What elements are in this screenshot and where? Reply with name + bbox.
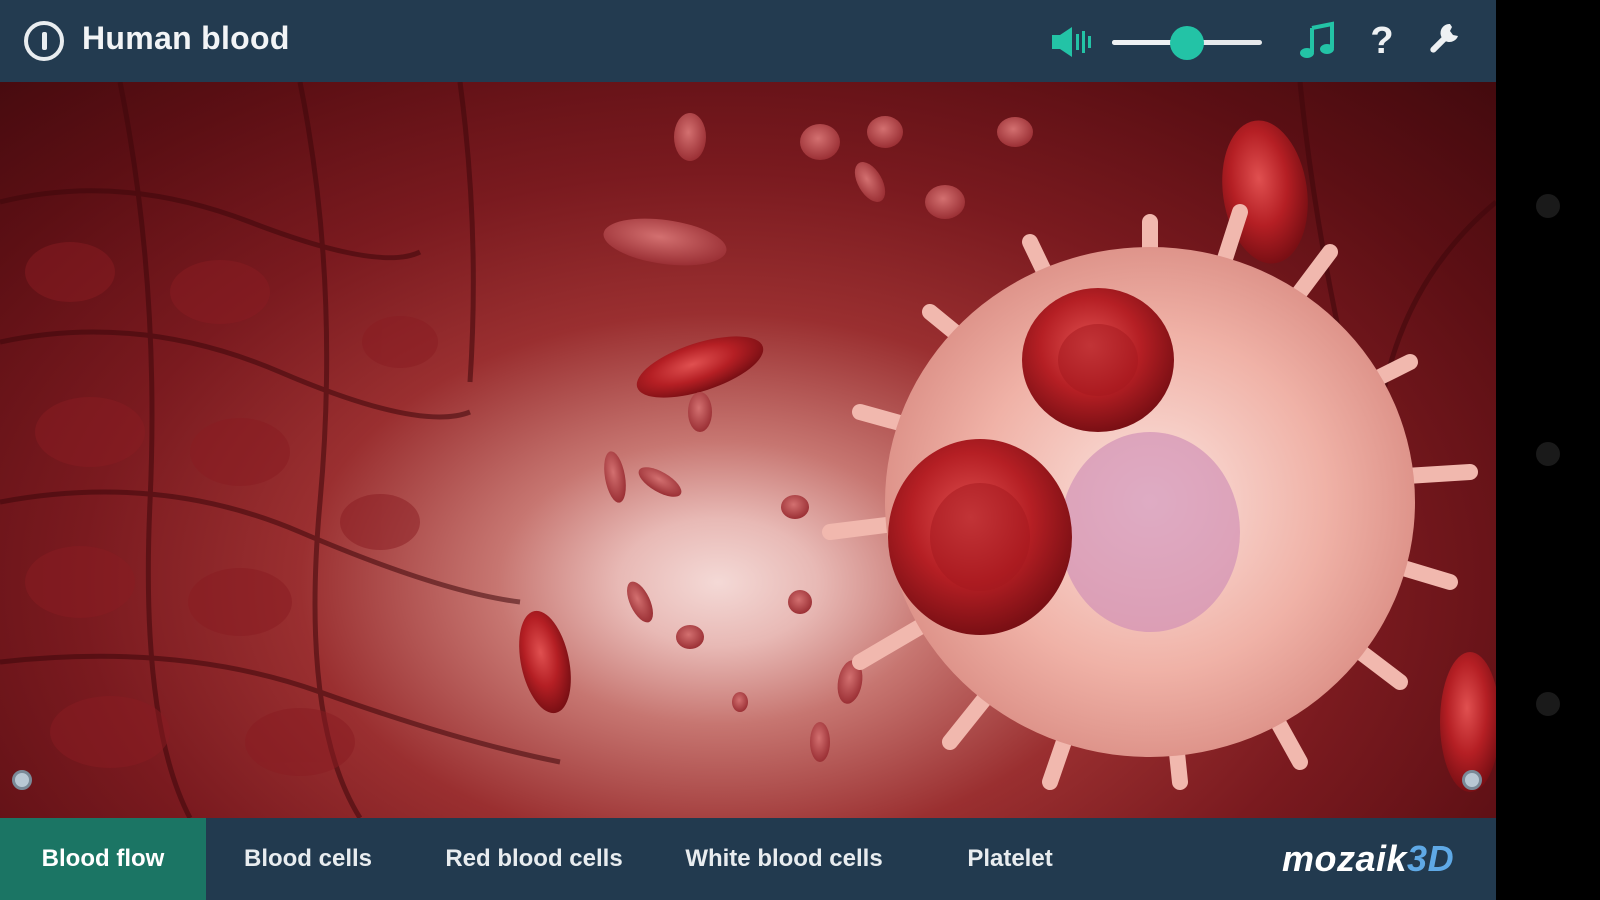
wrench-icon[interactable] [1424, 20, 1464, 62]
nav-recents-icon[interactable] [1536, 692, 1560, 716]
volume-slider-knob[interactable] [1170, 26, 1204, 60]
top-toolbar: Human blood ? [0, 0, 1496, 82]
blood-scene-illustration [0, 82, 1496, 818]
scene-rotate-right-handle[interactable] [1462, 770, 1482, 790]
mozaik3d-logo: mozaik3D [1282, 838, 1454, 880]
speaker-icon[interactable] [1050, 24, 1094, 60]
tab-red-blood-cells[interactable]: Red blood cells [420, 818, 648, 900]
info-icon[interactable] [24, 21, 64, 61]
volume-slider[interactable] [1112, 20, 1262, 64]
tab-blood-flow[interactable]: Blood flow [0, 818, 206, 900]
tab-platelet[interactable]: Platelet [930, 818, 1090, 900]
page-title: Human blood [82, 20, 290, 56]
tab-blood-cells[interactable]: Blood cells [206, 818, 410, 900]
bottom-tab-bar: Blood flow Blood cells Red blood cells W… [0, 818, 1496, 900]
scene-rotate-left-handle[interactable] [12, 770, 32, 790]
blood-vessel-3d-scene[interactable] [0, 82, 1496, 818]
nav-home-icon[interactable] [1536, 442, 1560, 466]
tab-white-blood-cells[interactable]: White blood cells [664, 818, 904, 900]
app-window: Human blood ? Blood flow Blood cells Red… [0, 0, 1496, 900]
brand-accent: 3D [1407, 838, 1455, 879]
music-note-icon[interactable] [1298, 20, 1338, 62]
brand-name: mozaik [1282, 838, 1408, 879]
android-navigation-bar [1496, 0, 1600, 900]
nav-back-icon[interactable] [1536, 194, 1560, 218]
help-icon[interactable]: ? [1362, 20, 1402, 62]
